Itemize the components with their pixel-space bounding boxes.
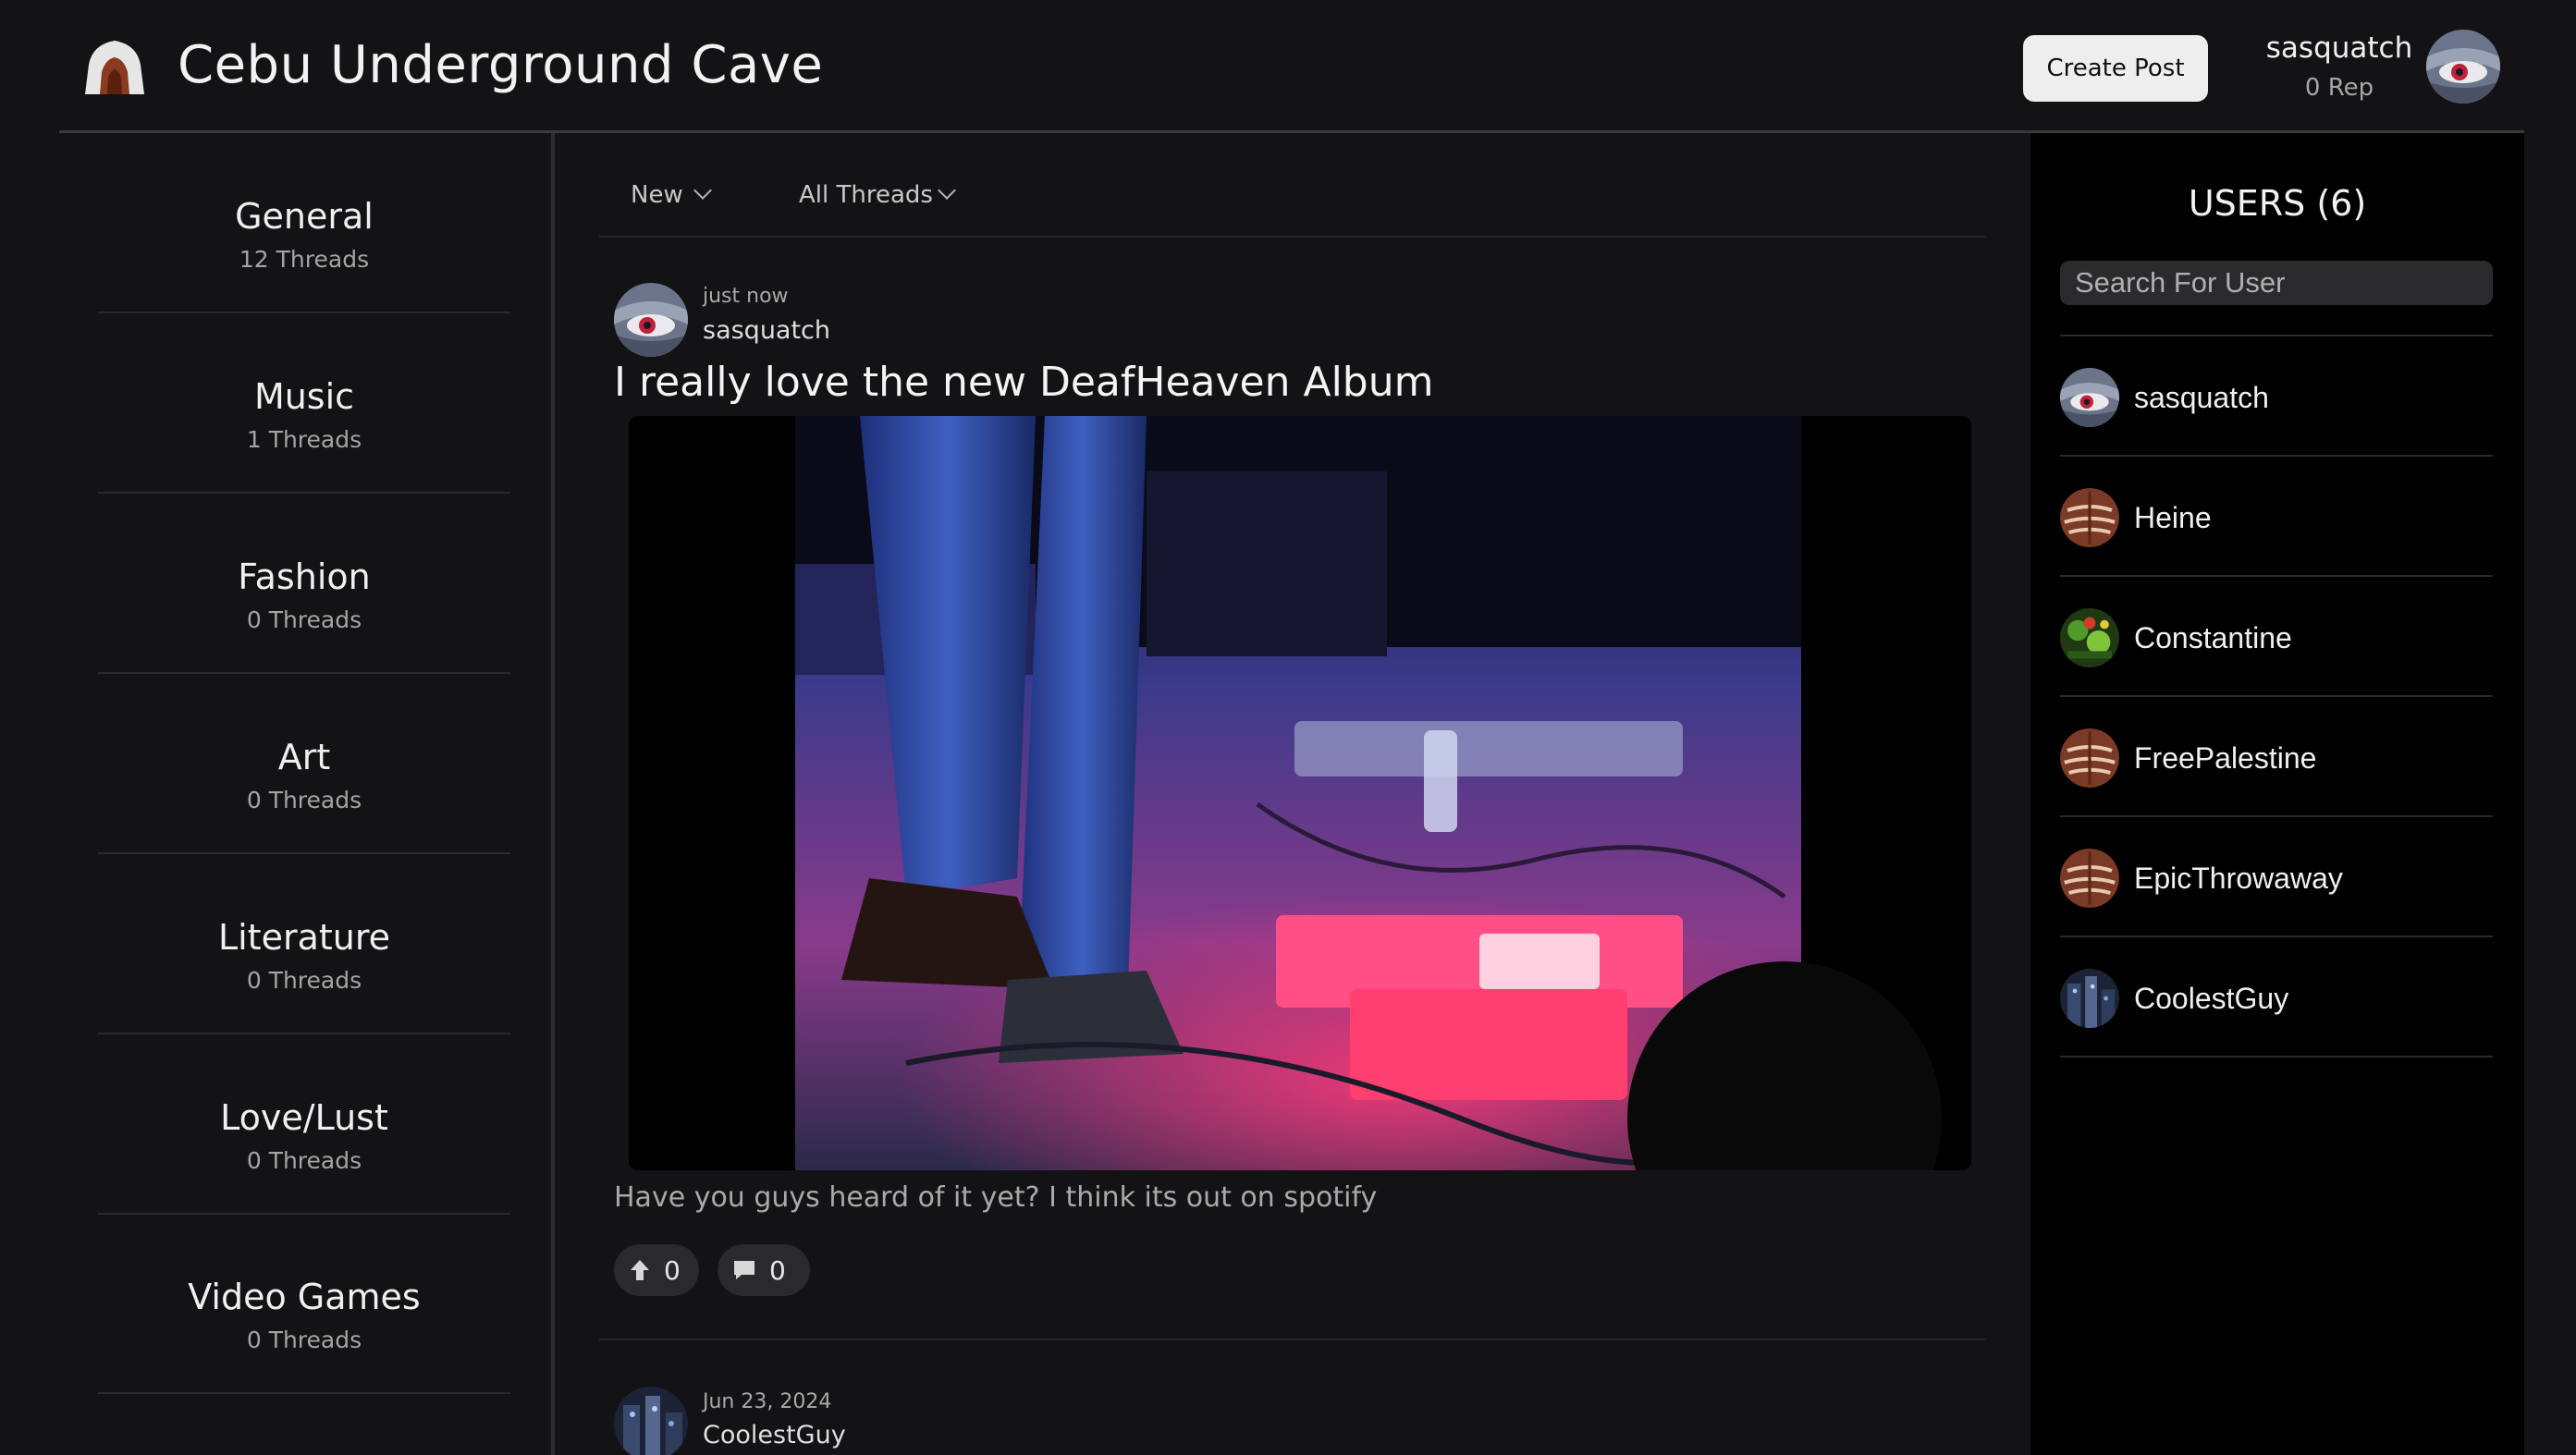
user-name: sasquatch — [2134, 381, 2269, 414]
category-name: Fashion — [238, 556, 371, 597]
user-name: FreePalestine — [2134, 741, 2317, 775]
cave-logo-icon[interactable] — [80, 37, 150, 98]
category-name: General — [235, 196, 374, 237]
post-author-avatar[interactable] — [614, 283, 688, 357]
post-title[interactable]: I really love the new DeafHeaven Album — [614, 359, 1433, 406]
category-thread-count: 0 Threads — [246, 787, 362, 813]
category-thread-count: 1 Threads — [246, 426, 362, 453]
user-name: CoolestGuy — [2134, 982, 2289, 1015]
users-panel-title: USERS (6) — [2188, 183, 2367, 224]
window-edge — [2524, 133, 2576, 1455]
category-video-games[interactable]: Video Games 0 Threads — [98, 1214, 510, 1394]
user-avatar — [2060, 728, 2119, 788]
user-list-item[interactable]: Constantine — [2060, 577, 2493, 697]
comments-button[interactable]: 0 — [718, 1244, 810, 1296]
thread-scope-dropdown[interactable]: All Threads — [799, 181, 956, 209]
category-general[interactable]: General 12 Threads — [98, 133, 510, 313]
eye-avatar-icon — [2060, 368, 2119, 427]
category-name: Love/Lust — [220, 1097, 388, 1138]
category-thread-count: 12 Threads — [239, 246, 370, 273]
category-name: Literature — [217, 917, 391, 958]
post-author-name[interactable]: sasquatch — [703, 316, 830, 345]
green-avatar-icon — [2060, 608, 2119, 667]
category-fashion[interactable]: Fashion 0 Threads — [98, 494, 510, 674]
category-thread-count: 0 Threads — [246, 967, 362, 994]
upvote-button[interactable]: 0 — [614, 1244, 699, 1296]
post-author-avatar[interactable] — [614, 1387, 688, 1455]
category-art[interactable]: Art 0 Threads — [98, 674, 510, 854]
app-title[interactable]: Cebu Underground Cave — [178, 35, 823, 95]
concert-pedals-photo — [629, 416, 1971, 1170]
sort-dropdown-label: New — [631, 181, 683, 209]
post-divider — [599, 1339, 1986, 1340]
sort-dropdown[interactable]: New — [631, 181, 712, 209]
user-list-item[interactable]: EpicThrowaway — [2060, 817, 2493, 937]
default-avatar-icon — [2060, 849, 2119, 908]
category-thread-count: 0 Threads — [246, 606, 362, 633]
default-avatar-icon — [2060, 488, 2119, 547]
category-name: Video Games — [188, 1277, 421, 1317]
chevron-down-icon — [938, 181, 956, 200]
category-name: Art — [277, 737, 331, 777]
post-image[interactable] — [629, 416, 1971, 1170]
user-list-item[interactable]: Heine — [2060, 457, 2493, 577]
category-name: Music — [253, 376, 355, 417]
category-music[interactable]: Music 1 Threads — [98, 313, 510, 494]
chevron-down-icon — [693, 181, 712, 200]
category-literature[interactable]: Literature 0 Threads — [98, 854, 510, 1034]
filter-divider — [599, 236, 1986, 238]
top-header: Cebu Underground Cave Create Post sasqua… — [0, 0, 2576, 133]
post-timestamp: Jun 23, 2024 — [703, 1390, 832, 1413]
user-list-item[interactable]: CoolestGuy — [2060, 937, 2493, 1058]
night-avatar-icon — [614, 1387, 688, 1455]
comment-count: 0 — [769, 1254, 786, 1286]
user-avatar — [2060, 969, 2119, 1028]
user-name: EpicThrowaway — [2134, 862, 2343, 895]
user-avatar — [2060, 849, 2119, 908]
user-list-item[interactable]: sasquatch — [2060, 336, 2493, 457]
app-root: Cebu Underground Cave Create Post sasqua… — [0, 0, 2576, 1455]
user-name: Heine — [2134, 501, 2212, 534]
eye-avatar-icon — [2426, 30, 2500, 104]
scope-dropdown-label: All Threads — [799, 181, 933, 209]
user-name: Constantine — [2134, 621, 2292, 654]
create-post-button[interactable]: Create Post — [2023, 35, 2208, 102]
current-user-info[interactable]: sasquatch 0 Rep — [2256, 31, 2423, 102]
user-avatar — [2060, 608, 2119, 667]
post-author-name[interactable]: CoolestGuy — [703, 1421, 846, 1449]
eye-avatar-icon — [614, 283, 688, 357]
user-avatar — [2060, 368, 2119, 427]
upvote-count: 0 — [664, 1254, 681, 1286]
user-search-input[interactable] — [2060, 261, 2493, 305]
upvote-arrow-icon — [631, 1260, 649, 1280]
category-love-lust[interactable]: Love/Lust 0 Threads — [98, 1034, 510, 1215]
night-avatar-icon — [2060, 969, 2119, 1028]
current-user-rep: 0 Rep — [2304, 74, 2374, 102]
user-list-item[interactable]: FreePalestine — [2060, 697, 2493, 817]
category-thread-count: 0 Threads — [246, 1147, 362, 1174]
category-thread-count: 0 Threads — [246, 1327, 362, 1353]
post-timestamp: just now — [703, 285, 789, 308]
default-avatar-icon — [2060, 728, 2119, 788]
user-avatar — [2060, 488, 2119, 547]
current-username: sasquatch — [2265, 31, 2413, 65]
current-user-avatar[interactable] — [2426, 30, 2500, 104]
post-body-text: Have you guys heard of it yet? I think i… — [614, 1181, 1378, 1214]
comment-bubble-icon — [734, 1261, 754, 1279]
